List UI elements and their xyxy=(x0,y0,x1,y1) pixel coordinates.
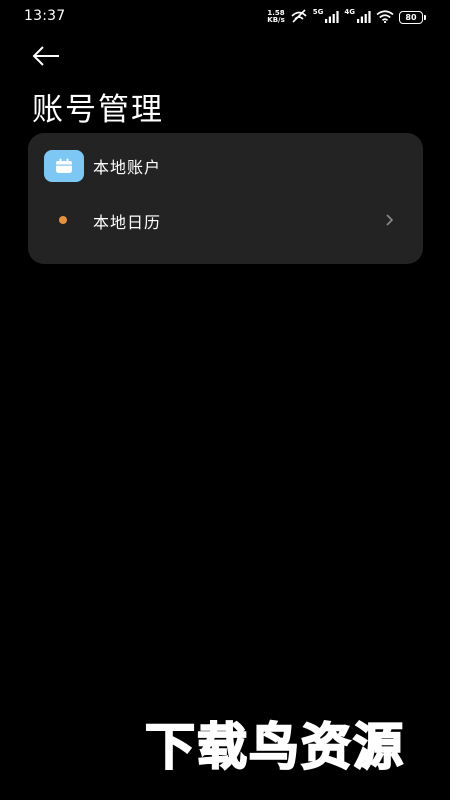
battery-level: 80 xyxy=(399,10,423,24)
calendar-item-local[interactable]: 本地日历 xyxy=(28,195,423,245)
status-icons: 1.58 KB/s 5G 4G 80 xyxy=(267,7,426,27)
battery-tip xyxy=(424,14,426,20)
sim2-network-label: 4G xyxy=(344,8,355,16)
status-bar: 13:37 1.58 KB/s 5G 4G 80 xyxy=(0,0,450,34)
account-name: 本地账户 xyxy=(93,158,162,177)
calendar-color-dot xyxy=(59,216,67,224)
back-button[interactable] xyxy=(30,42,62,70)
no-data-icon xyxy=(290,8,308,27)
wifi-icon xyxy=(376,8,394,27)
watermark-logo: 下载鸟资源 xyxy=(144,717,405,777)
page-title: 账号管理 xyxy=(32,92,164,128)
account-header: 本地账户 xyxy=(44,150,161,182)
back-arrow-icon xyxy=(32,46,59,66)
signal-icon-sim2 xyxy=(357,8,371,27)
signal-icon-sim1 xyxy=(325,8,339,27)
battery-icon: 80 xyxy=(399,10,426,24)
status-time: 13:37 xyxy=(24,8,66,24)
watermark-text: 下载鸟资源 xyxy=(145,718,405,776)
network-speed: 1.58 KB/s xyxy=(267,10,284,24)
calendar-app-icon xyxy=(44,150,84,182)
chevron-right-icon xyxy=(386,214,394,226)
calendar-item-label: 本地日历 xyxy=(93,213,162,232)
account-card: 本地账户 本地日历 xyxy=(28,133,423,264)
network-speed-unit: KB/s xyxy=(267,16,285,24)
sim1-network-label: 5G xyxy=(312,8,324,16)
